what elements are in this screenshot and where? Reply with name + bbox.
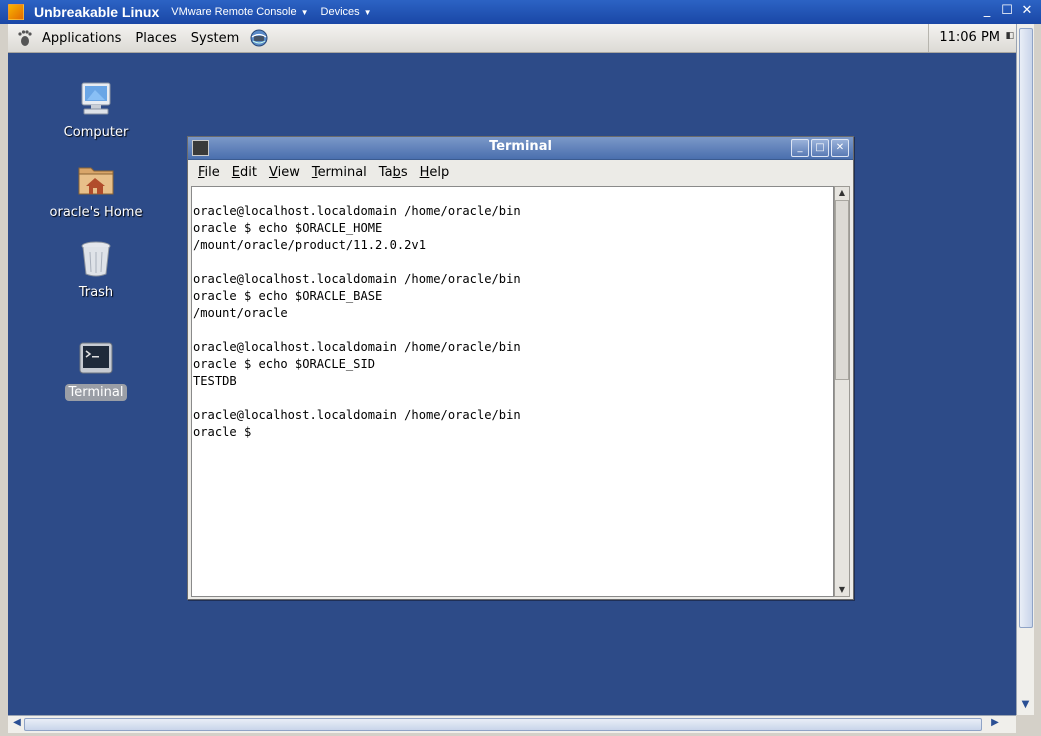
menu-help[interactable]: Help <box>420 165 450 180</box>
scroll-right-icon[interactable]: ▶ <box>988 717 1002 732</box>
network-globe-icon[interactable] <box>249 28 269 48</box>
desktop-icon-label: Trash <box>78 285 114 300</box>
menu-terminal[interactable]: Terminal <box>312 165 367 180</box>
close-icon[interactable]: ✕ <box>1019 2 1035 20</box>
menu-edit[interactable]: Edit <box>232 165 257 180</box>
vmware-remote-console-menu[interactable]: VMware Remote Console ▼ <box>171 6 308 18</box>
chevron-down-icon: ▼ <box>300 7 309 17</box>
terminal-titlebar[interactable]: Terminal _ □ ✕ <box>188 137 853 160</box>
vm-window-controls: _ ☐ ✕ <box>979 2 1035 20</box>
terminal-icon <box>79 342 113 374</box>
panel-clock[interactable]: 11:06 PM <box>928 24 1000 52</box>
desktop-icon-terminal[interactable]: Terminal <box>41 338 151 401</box>
scroll-left-icon[interactable]: ◀ <box>10 717 24 732</box>
maximize-icon[interactable]: ☐ <box>999 2 1015 20</box>
close-button[interactable]: ✕ <box>831 139 849 157</box>
console-vertical-scrollbar[interactable]: ▼ <box>1016 24 1034 715</box>
terminal-text: oracle@localhost.localdomain /home/oracl… <box>193 204 521 439</box>
places-menu[interactable]: Places <box>135 31 176 46</box>
desktop-icon-label: Terminal <box>64 384 128 401</box>
panel-edge-icon: ◧ <box>1005 31 1014 41</box>
console-vscroll-thumb[interactable] <box>1019 28 1033 628</box>
desktop-icon-label: oracle's Home <box>49 205 143 220</box>
maximize-icon: □ <box>815 142 825 153</box>
maximize-button[interactable]: □ <box>811 139 829 157</box>
scroll-down-icon[interactable]: ▼ <box>1017 699 1034 713</box>
minimize-button[interactable]: _ <box>791 139 809 157</box>
scroll-down-icon[interactable]: ▼ <box>835 584 849 596</box>
terminal-scroll-thumb[interactable] <box>835 200 849 380</box>
scroll-up-icon[interactable]: ▲ <box>835 187 849 199</box>
console-hscroll-thumb[interactable] <box>24 718 982 731</box>
desktop-icon-trash[interactable]: Trash <box>41 238 151 301</box>
devices-menu[interactable]: Devices ▼ <box>321 6 372 18</box>
desktop-icon-label: Computer <box>63 125 129 140</box>
console-horizontal-scrollbar[interactable]: ◀ ▶ <box>8 715 1016 733</box>
vmware-logo-icon <box>8 4 24 20</box>
trash-icon <box>81 241 111 277</box>
desktop-icon-computer[interactable]: Computer <box>41 78 151 141</box>
minimize-icon[interactable]: _ <box>979 2 995 20</box>
menu-view[interactable]: View <box>269 165 300 180</box>
applications-menu[interactable]: Applications <box>42 31 121 46</box>
computer-icon <box>81 82 111 115</box>
terminal-output-area[interactable]: oracle@localhost.localdomain /home/oracl… <box>191 186 834 597</box>
top-panel: Applications Places System 11:06 PM ◧ <box>8 24 1016 53</box>
vmware-console-bar: Unbreakable Linux VMware Remote Console … <box>0 0 1041 24</box>
close-icon: ✕ <box>835 142 845 153</box>
terminal-menubar: File Edit View Terminal Tabs Help <box>188 160 853 184</box>
window-title: Terminal <box>489 139 552 154</box>
menu-tabs[interactable]: Tabs <box>379 165 408 180</box>
system-menu[interactable]: System <box>191 31 239 46</box>
vm-title: Unbreakable Linux <box>34 4 160 20</box>
terminal-window: Terminal _ □ ✕ File Edit View Terminal T… <box>187 136 854 600</box>
gnome-foot-icon[interactable] <box>16 29 34 47</box>
chevron-down-icon: ▼ <box>363 7 372 17</box>
menu-file[interactable]: File <box>198 165 220 180</box>
gnome-desktop: Applications Places System 11:06 PM ◧ Co… <box>8 24 1016 715</box>
desktop-icon-home[interactable]: oracle's Home <box>41 158 151 221</box>
terminal-scrollbar[interactable]: ▲ ▼ <box>834 186 850 597</box>
home-folder-icon <box>78 167 114 195</box>
minimize-icon: _ <box>797 142 803 153</box>
